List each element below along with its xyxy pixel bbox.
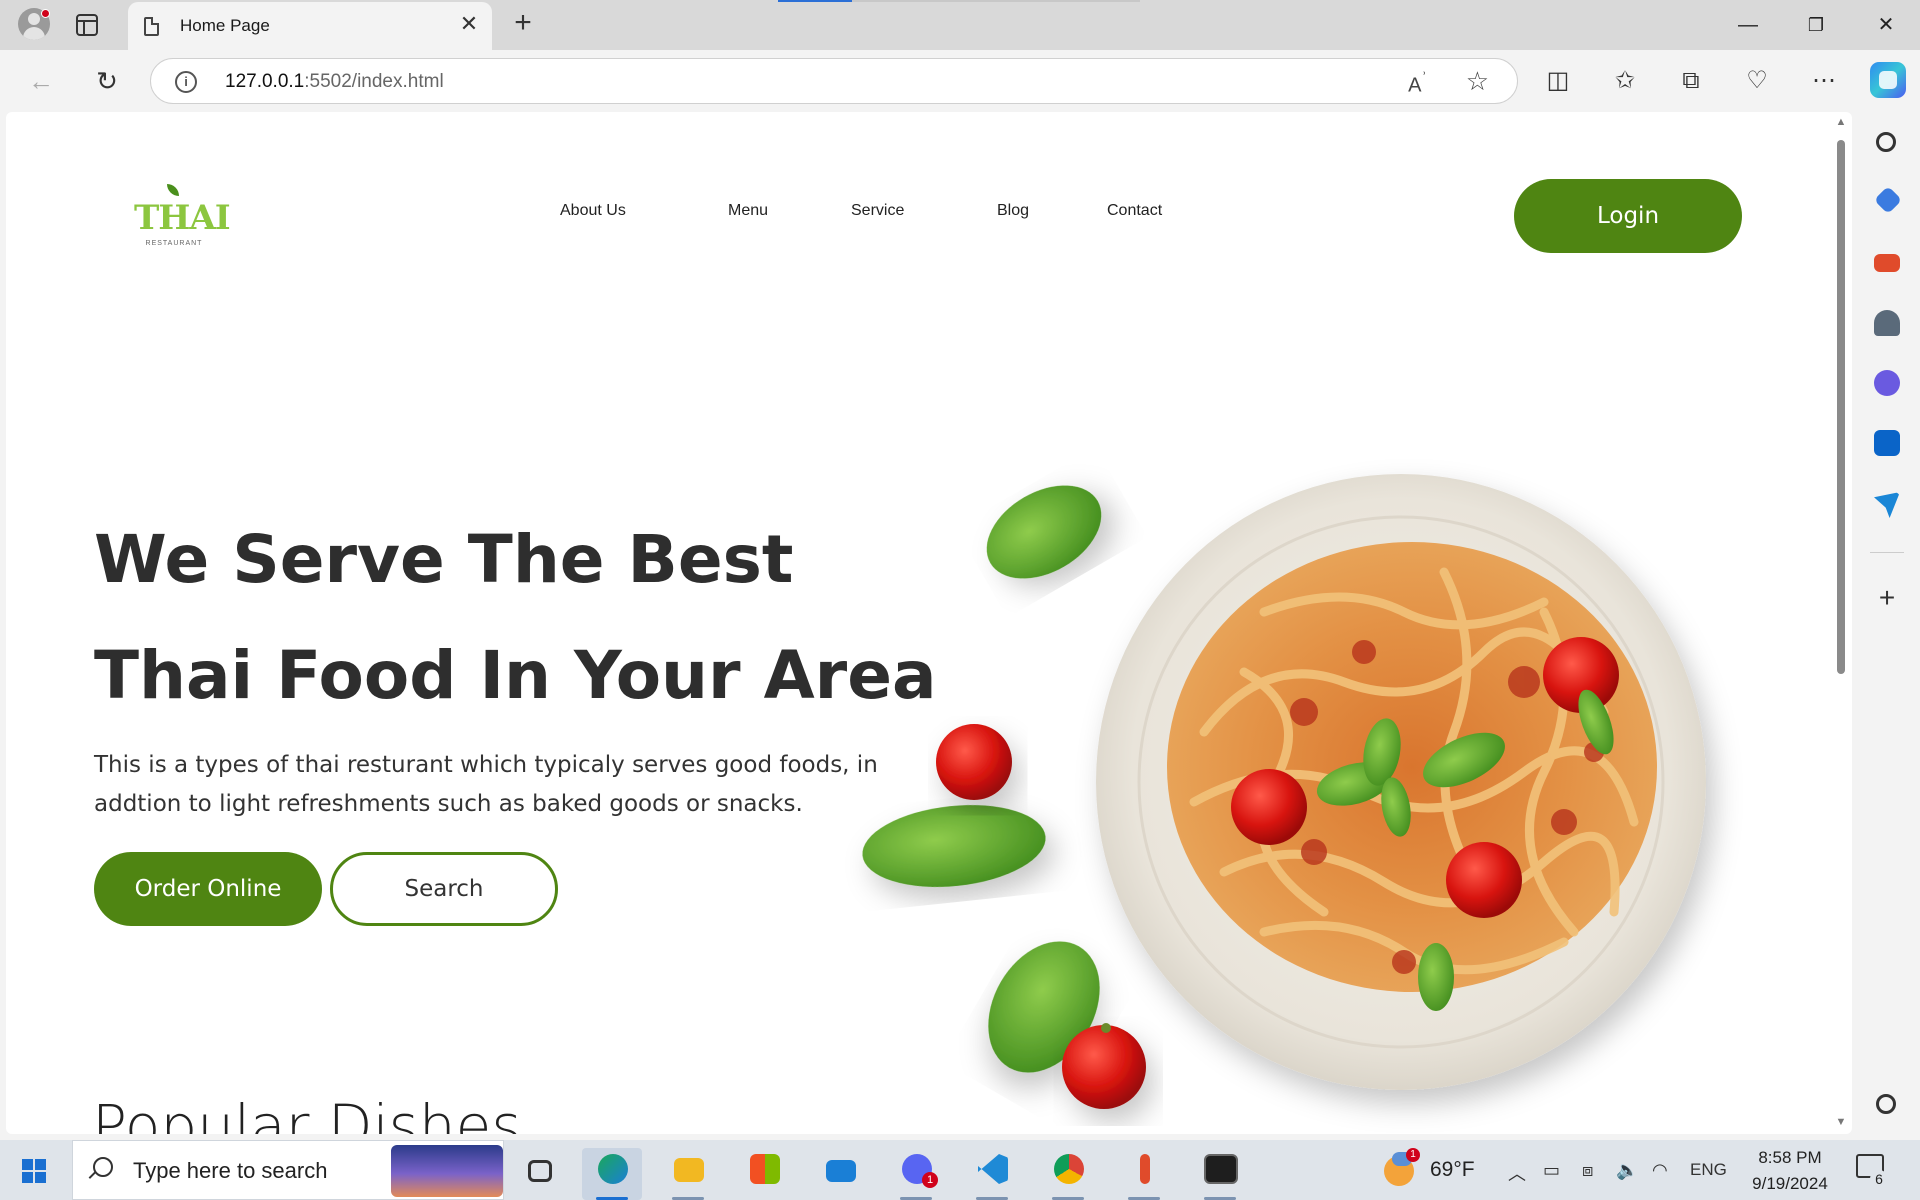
scroll-up-arrow-icon[interactable]: ▲ — [1834, 116, 1848, 128]
notification-count: 6 — [1870, 1170, 1888, 1188]
split-screen-icon[interactable]: ◫ — [1541, 64, 1575, 98]
mail-icon[interactable] — [810, 1148, 870, 1200]
nav-blog[interactable]: Blog — [997, 202, 1029, 220]
language-indicator[interactable]: ENG — [1690, 1160, 1727, 1180]
web-page: THAI RESTAURANT About Us Menu Service Bl… — [6, 112, 1852, 1134]
cherry-tomato-bottom — [1062, 1025, 1146, 1109]
scroll-thumb[interactable] — [1837, 140, 1845, 674]
logo-word: THAI — [134, 184, 231, 238]
tab-strip: Home Page ✕ + — ❐ ✕ — [0, 0, 1920, 50]
close-window-button[interactable]: ✕ — [1852, 0, 1920, 50]
page-icon — [144, 17, 159, 36]
popular-dishes-heading: Popular Dishes — [92, 1092, 522, 1134]
windows-start-icon[interactable] — [22, 1159, 46, 1183]
taskbar-search-box[interactable]: Type here to search — [72, 1140, 504, 1200]
scroll-down-arrow-icon[interactable]: ▼ — [1834, 1116, 1848, 1128]
hero-title-line-2: Thai Food In Your Area — [94, 637, 937, 714]
read-aloud-icon[interactable]: Aʾ — [1408, 69, 1427, 98]
restore-button[interactable]: ❐ — [1782, 0, 1850, 50]
hero-title-line-1: We Serve The Best — [94, 521, 794, 598]
clock-date: 9/19/2024 — [1752, 1174, 1828, 1193]
edge-icon[interactable] — [582, 1148, 642, 1200]
temperature: 69°F — [1430, 1158, 1475, 1181]
tools-icon[interactable] — [1874, 254, 1900, 272]
loading-indicator — [778, 0, 1140, 2]
cherry-tomato-left — [936, 724, 1012, 800]
outlook-icon[interactable] — [1874, 430, 1900, 456]
tab-home-page[interactable]: Home Page ✕ — [128, 2, 492, 50]
snipping-tool-icon[interactable] — [1114, 1148, 1174, 1200]
edge-sidebar: + — [1854, 112, 1920, 1140]
hero-description: This is a types of thai resturant which … — [94, 752, 878, 817]
sidebar-divider — [1870, 552, 1904, 553]
copilot-icon[interactable] — [1870, 62, 1906, 98]
nav-about-us[interactable]: About Us — [560, 202, 626, 220]
basil-leaf-left — [862, 805, 1046, 887]
favorites-icon[interactable]: ✩ — [1608, 64, 1642, 98]
task-view-icon[interactable] — [510, 1148, 570, 1200]
site-info-icon[interactable]: i — [175, 71, 197, 93]
volume-icon[interactable]: 🔈 — [1616, 1160, 1638, 1181]
chrome-icon[interactable] — [1038, 1148, 1098, 1200]
add-sidebar-app-icon[interactable]: + — [1872, 584, 1902, 612]
meet-now-icon[interactable]: ⧈ — [1582, 1160, 1593, 1181]
sidebar-search-icon[interactable] — [1876, 132, 1896, 152]
windows-taskbar: Type here to search 1 1 69°F ︿ ▭ ⧈ 🔈 ◠ E… — [0, 1140, 1920, 1200]
new-tab-button[interactable]: + — [508, 8, 538, 39]
microsoft-365-icon[interactable] — [1874, 370, 1900, 396]
restaurant-logo[interactable]: THAI RESTAURANT — [134, 180, 231, 252]
weather-badge: 1 — [1406, 1148, 1420, 1162]
clock[interactable]: 8:58 PM 9/19/2024 — [1740, 1145, 1840, 1197]
tab-actions-icon[interactable] — [76, 14, 98, 36]
basil-leaf-top — [986, 485, 1102, 579]
more-icon[interactable]: ⋯ — [1807, 64, 1841, 98]
tab-close-icon[interactable]: ✕ — [456, 11, 482, 37]
minimize-button[interactable]: — — [1714, 0, 1782, 50]
browser-essentials-icon[interactable]: ♡ — [1740, 64, 1774, 98]
search-highlight-image — [391, 1145, 503, 1197]
nav-contact[interactable]: Contact — [1107, 202, 1162, 220]
show-hidden-icons-chevron-icon[interactable]: ︿ — [1508, 1160, 1526, 1186]
wifi-icon[interactable]: ◠ — [1652, 1160, 1668, 1181]
address-bar[interactable]: i 127.0.0.1:5502/index.html Aʾ ☆ — [150, 58, 1518, 104]
discord-icon[interactable]: 1 — [886, 1148, 946, 1200]
login-button[interactable]: Login — [1514, 179, 1742, 253]
basil-plate-leaf — [1418, 943, 1454, 1011]
tomato-half-3 — [1446, 842, 1522, 918]
tomato-half-1 — [1231, 769, 1307, 845]
refresh-button[interactable]: ↻ — [90, 64, 124, 98]
file-explorer-icon[interactable] — [658, 1148, 718, 1200]
back-button[interactable]: ← — [24, 64, 58, 98]
battery-icon[interactable]: ▭ — [1543, 1160, 1560, 1181]
search-icon — [93, 1157, 113, 1177]
terminal-icon[interactable] — [1190, 1148, 1250, 1200]
nav-menu[interactable]: Menu — [728, 202, 768, 220]
logo-tagline: RESTAURANT — [145, 240, 203, 247]
shopping-tag-icon[interactable] — [1873, 185, 1903, 215]
hero-pasta-image — [862, 474, 1706, 1109]
clock-time: 8:58 PM — [1758, 1148, 1822, 1167]
hero-title: We Serve The Best Thai Food In Your Area — [94, 502, 937, 734]
collections-icon[interactable]: ⧉ — [1674, 64, 1708, 98]
pasta-shape — [1167, 542, 1657, 992]
sidebar-settings-icon[interactable] — [1876, 1094, 1896, 1114]
tab-title: Home Page — [180, 16, 270, 35]
favorite-star-icon[interactable]: ☆ — [1466, 66, 1489, 97]
games-icon[interactable] — [1874, 310, 1900, 336]
discord-badge: 1 — [922, 1172, 938, 1188]
store-icon[interactable] — [734, 1148, 794, 1200]
url-text[interactable]: 127.0.0.1:5502/index.html — [225, 71, 444, 93]
search-button[interactable]: Search — [330, 852, 558, 926]
search-placeholder: Type here to search — [133, 1158, 328, 1183]
send-icon[interactable] — [1874, 492, 1900, 518]
order-online-button[interactable]: Order Online — [94, 852, 322, 926]
profile-notification-dot — [41, 9, 50, 18]
vscode-icon[interactable] — [962, 1148, 1022, 1200]
page-scrollbar[interactable]: ▲ ▼ — [1832, 112, 1850, 1134]
nav-service[interactable]: Service — [851, 202, 904, 220]
